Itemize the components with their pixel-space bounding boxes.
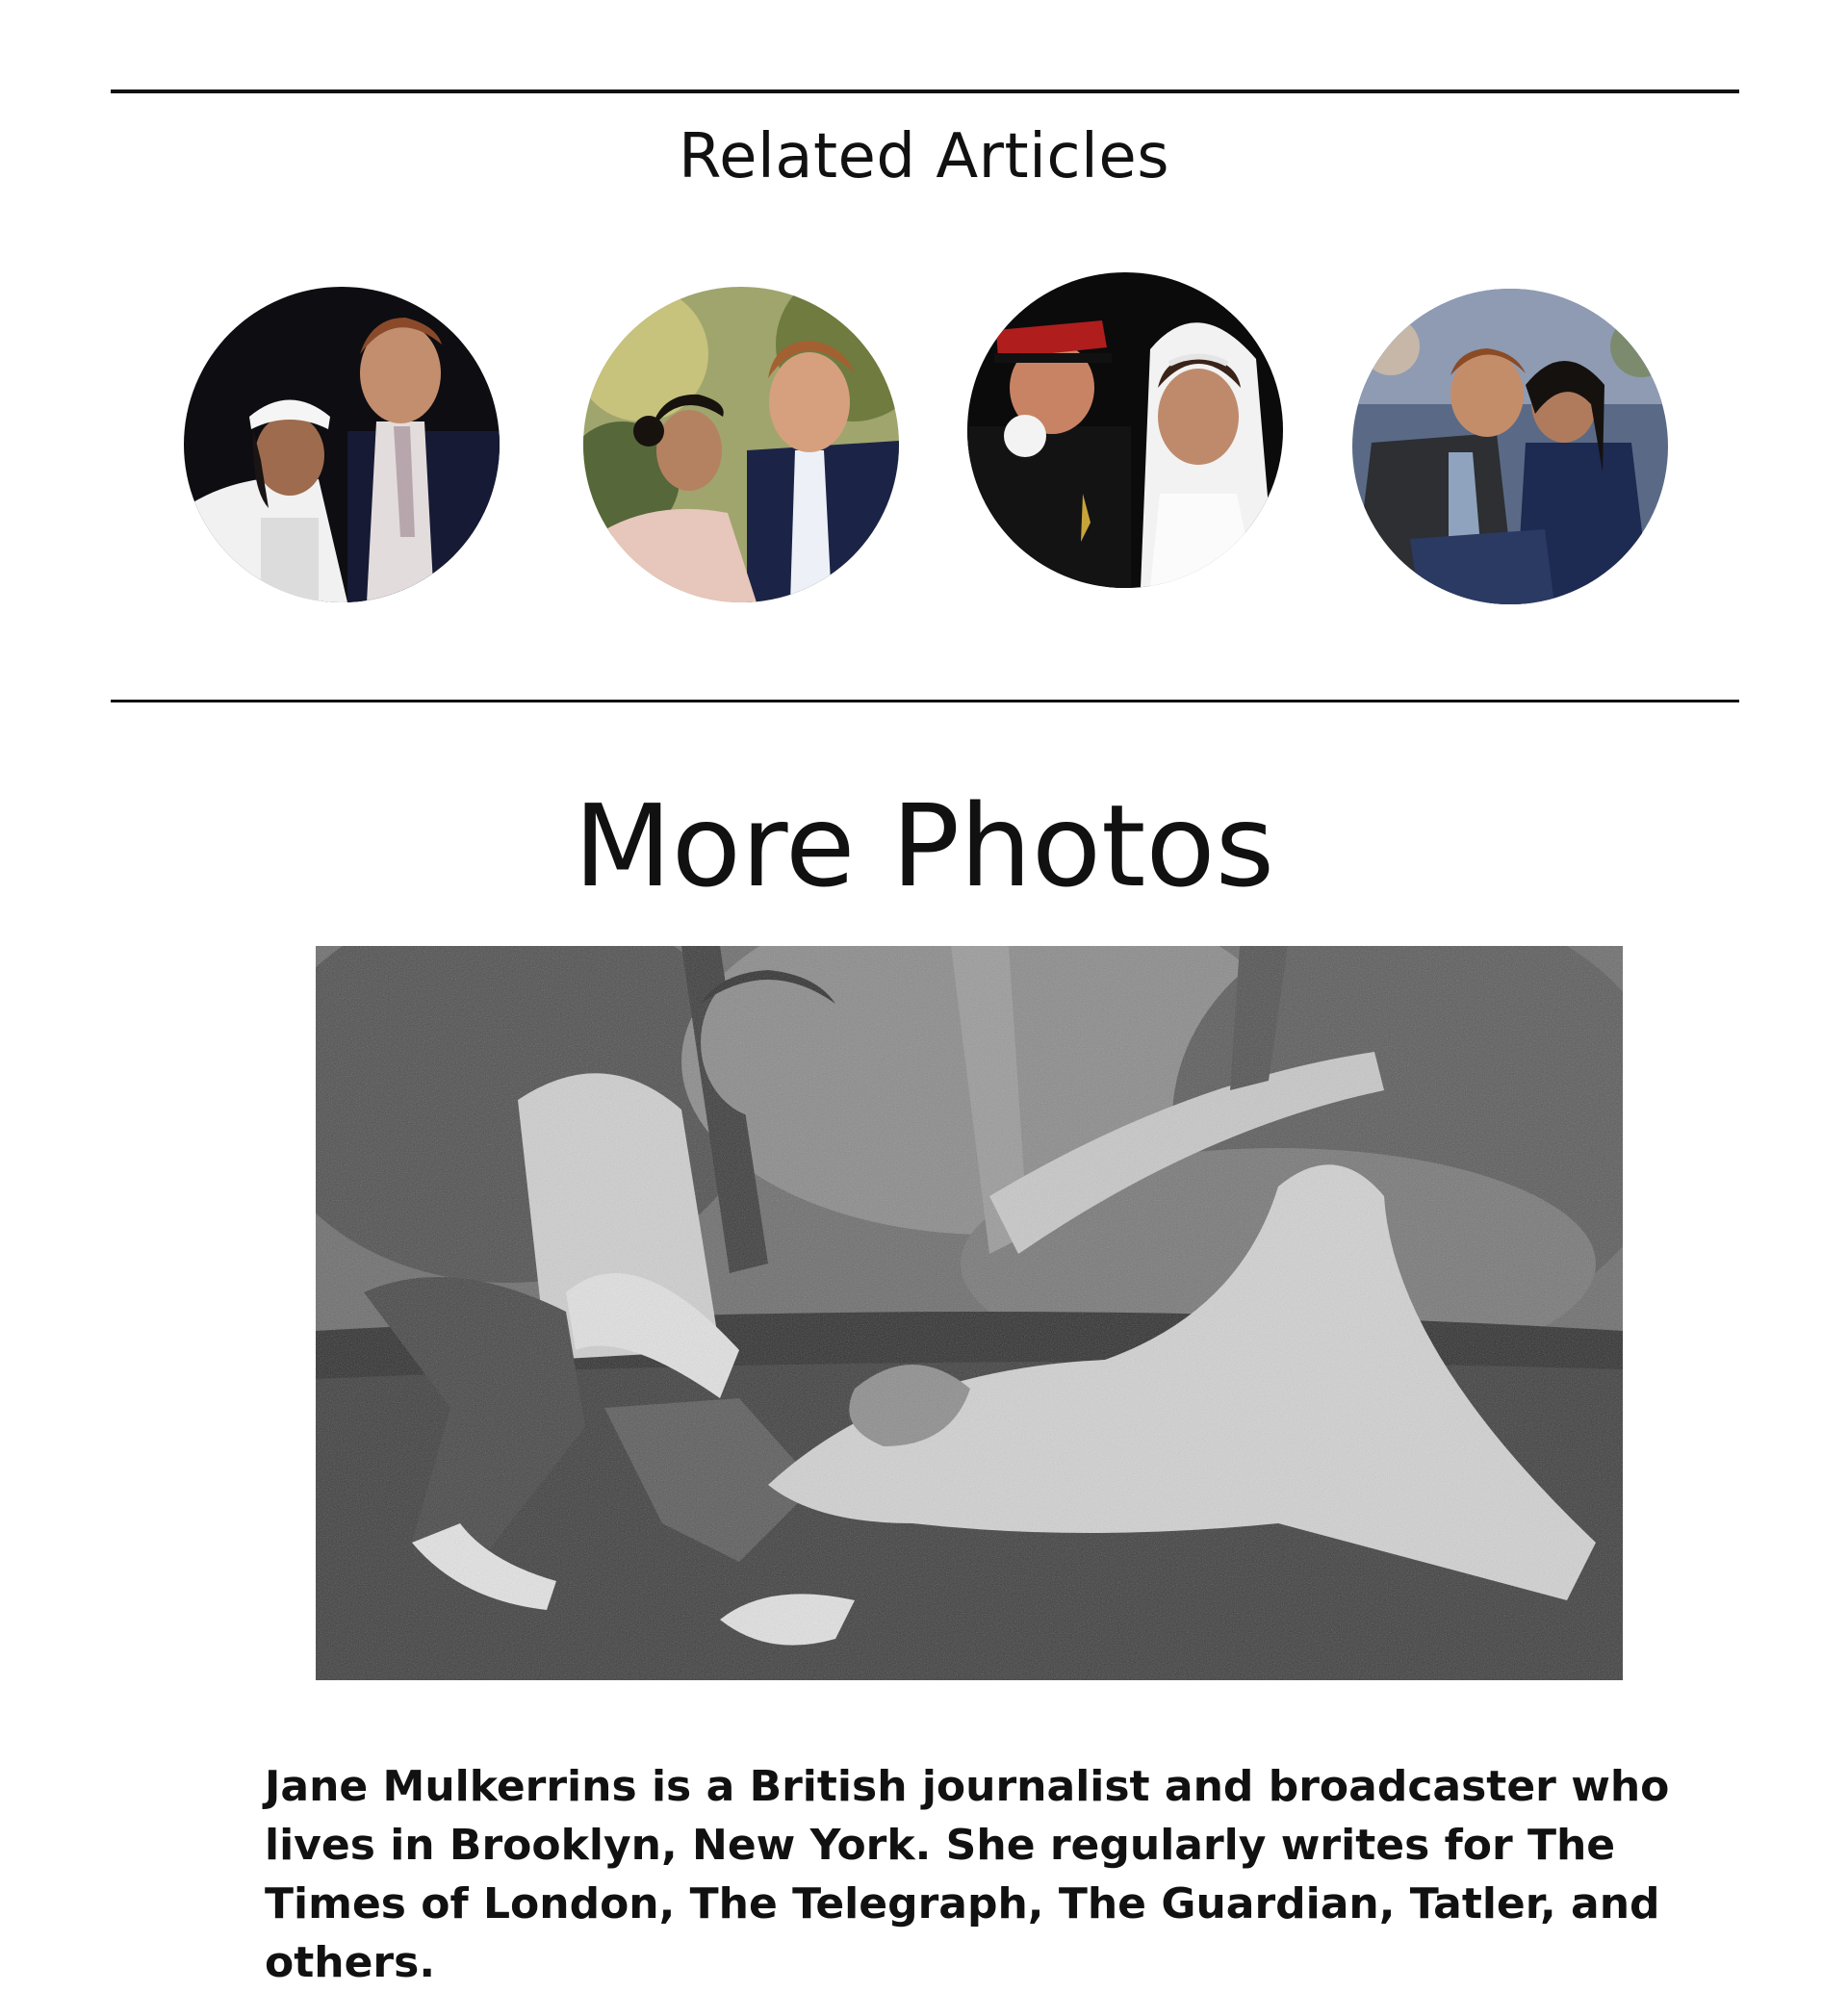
- author-bio: Jane Mulkerrins is a British journalist …: [265, 1762, 1670, 1987]
- related-article-thumbnail-1[interactable]: [184, 287, 500, 602]
- featured-photo[interactable]: [316, 946, 1623, 1680]
- section-divider: [111, 700, 1739, 702]
- related-articles-heading: Related Articles: [678, 121, 1170, 192]
- related-article-thumbnail-4[interactable]: [1352, 289, 1668, 604]
- couple-photo-icon: [583, 287, 899, 602]
- couple-photo-icon: [184, 287, 500, 602]
- more-photos-heading: More Photos: [573, 779, 1275, 912]
- related-article-thumbnail-2[interactable]: [583, 287, 899, 602]
- wedding-photo-icon: [967, 272, 1283, 588]
- related-article-thumbnail-3[interactable]: [967, 272, 1283, 588]
- couple-photo-icon: [1352, 289, 1668, 604]
- garden-couple-photo-icon: [316, 946, 1623, 1680]
- top-divider: [111, 89, 1739, 93]
